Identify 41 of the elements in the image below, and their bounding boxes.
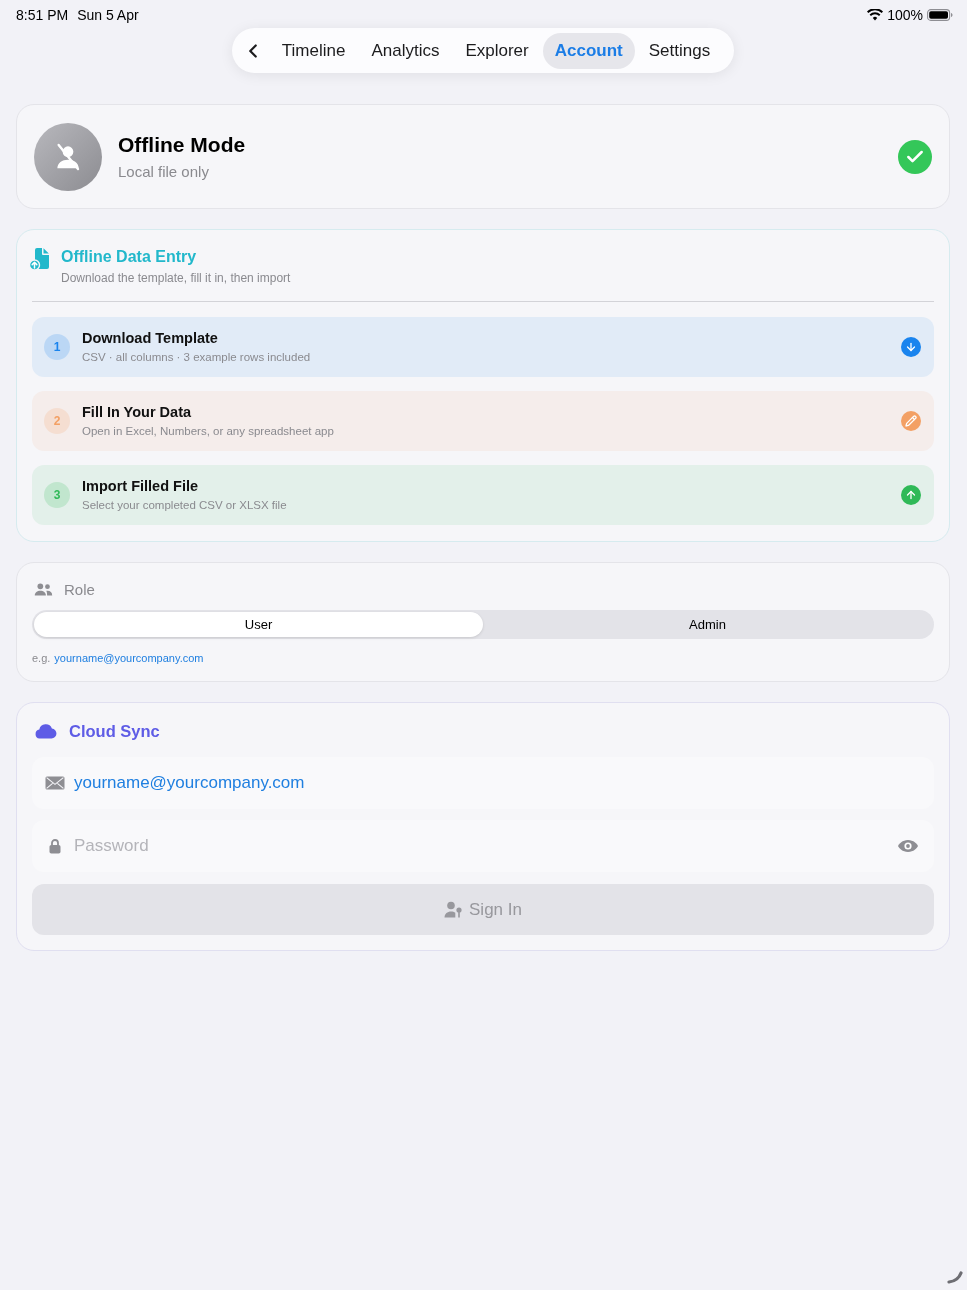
lock-icon bbox=[49, 838, 61, 854]
battery-percent: 100% bbox=[887, 7, 923, 23]
arrow-up-icon[interactable] bbox=[901, 485, 921, 505]
document-upload-icon bbox=[29, 247, 51, 271]
step-number: 2 bbox=[44, 408, 70, 434]
nav-tab[interactable]: Settings bbox=[636, 32, 723, 69]
section-subtitle: Download the template, fill it in, then import bbox=[61, 270, 291, 286]
nav-tab[interactable]: Explorer bbox=[453, 32, 541, 69]
section-title: Cloud Sync bbox=[69, 721, 160, 741]
step-description: CSV · all columns · 3 example rows included bbox=[82, 350, 312, 365]
role-label: Role bbox=[64, 580, 95, 598]
step-card[interactable]: 2 Fill In Your Data Open in Excel, Numbers, or any spreadsheet app bbox=[32, 391, 934, 451]
arrow-down-icon[interactable] bbox=[901, 337, 921, 357]
step-title: Download Template bbox=[82, 329, 219, 347]
status-time: 8:51 PM bbox=[16, 7, 69, 23]
step-number: 3 bbox=[44, 482, 70, 508]
eye-icon[interactable] bbox=[897, 839, 919, 853]
profile-title: Offline Mode bbox=[118, 131, 247, 158]
hint-text: e.g. bbox=[32, 652, 51, 664]
profile-subtitle: Local file only bbox=[118, 161, 210, 182]
email-link[interactable]: yourname@yourcompany.com bbox=[54, 652, 204, 664]
step-description: Select your completed CSV or XLSX file bbox=[82, 498, 288, 513]
status-date: Sun 5 Apr bbox=[77, 7, 139, 23]
nav-tab[interactable]: Timeline bbox=[269, 32, 358, 69]
step-card[interactable]: 3 Import Filled File Select your completed CSV or XLSX file bbox=[32, 465, 934, 525]
step-title: Import Filled File bbox=[82, 477, 199, 495]
nav-tab[interactable]: Analytics bbox=[359, 32, 452, 69]
people-icon bbox=[34, 582, 53, 596]
battery-icon bbox=[927, 9, 953, 21]
step-card[interactable]: 1 Download Template CSV · all columns · 3 example rows included bbox=[32, 317, 934, 377]
person-key-icon bbox=[444, 901, 464, 918]
corner-arc-icon bbox=[947, 1271, 963, 1284]
role-option[interactable]: Admin bbox=[483, 612, 932, 637]
wifi-icon bbox=[867, 9, 884, 21]
step-title: Fill In Your Data bbox=[82, 403, 193, 421]
cloud-icon bbox=[34, 723, 57, 739]
step-description: Open in Excel, Numbers, or any spreadsheet app bbox=[82, 424, 335, 439]
step-number: 1 bbox=[44, 334, 70, 360]
role-option[interactable]: User bbox=[34, 612, 483, 637]
pencil-icon[interactable] bbox=[901, 411, 921, 431]
section-title: Offline Data Entry bbox=[61, 247, 198, 267]
